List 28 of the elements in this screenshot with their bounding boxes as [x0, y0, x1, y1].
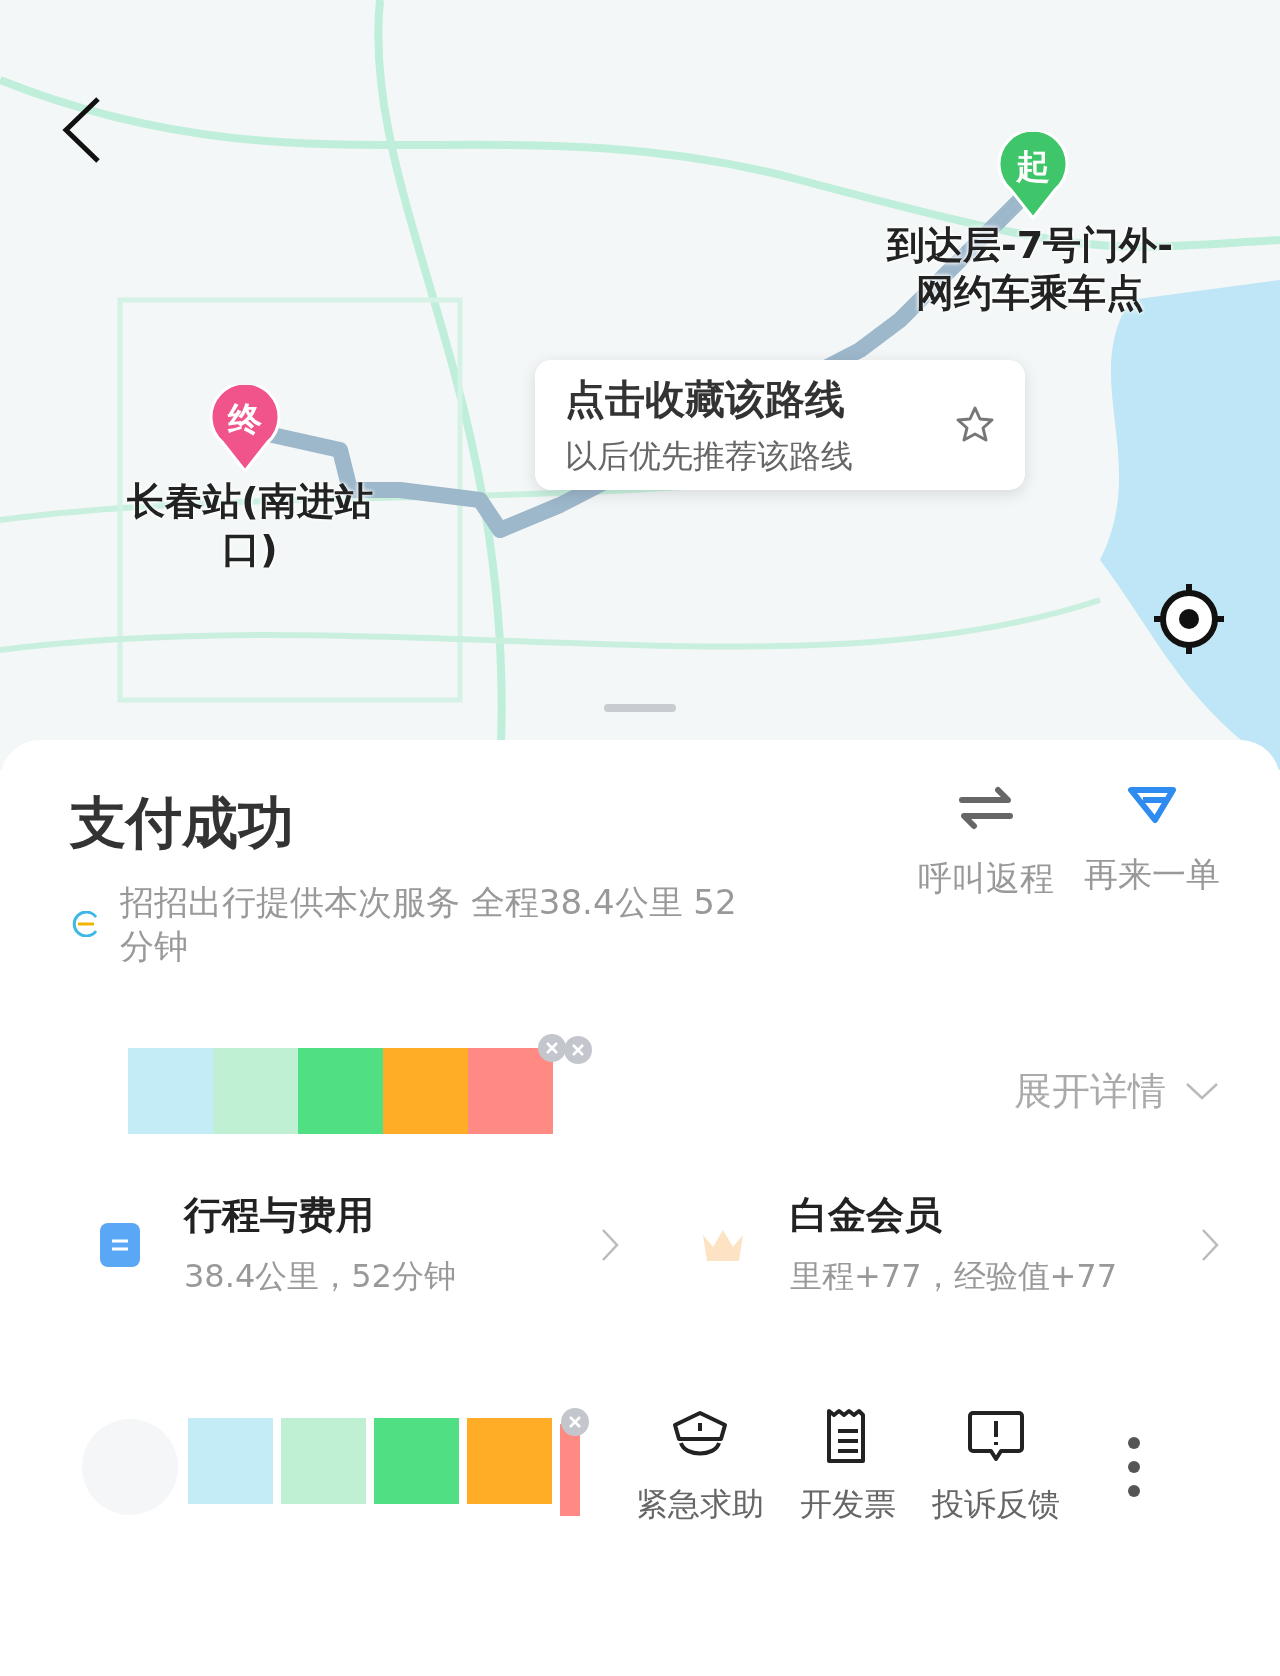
locate-icon[interactable] — [1152, 582, 1226, 656]
status-title: 支付成功 — [68, 789, 295, 857]
remove-icon[interactable] — [561, 1408, 589, 1437]
provider-logo-icon — [70, 911, 100, 938]
end-pin: 终 — [209, 385, 281, 473]
tool-button[interactable]: 投诉反馈 — [932, 1409, 1060, 1528]
send-arrow-icon — [1127, 786, 1177, 826]
destination-label: 长春站(南进站口) — [126, 478, 374, 573]
card-subtitle: 38.4公里，52分钟 — [184, 1256, 457, 1298]
more-icon[interactable] — [1126, 1435, 1142, 1500]
swap-arrows-icon — [958, 786, 1014, 830]
info-card[interactable]: 行程与费用 38.4公里，52分钟 — [100, 1190, 620, 1300]
favorite-tooltip[interactable]: 点击收藏该路线 以后优先推荐该路线 — [535, 360, 1025, 490]
tool-button[interactable]: 开发票 — [800, 1407, 896, 1528]
pickup-label: 到达层-7号门外-网约车乘车点 — [885, 222, 1174, 317]
provider-text: 招招出行提供本次服务 全程38.4公里 52分钟 — [120, 881, 738, 969]
document-icon — [100, 1222, 140, 1267]
start-pin: 起 — [997, 132, 1069, 220]
remove-icon[interactable] — [538, 1034, 566, 1063]
tooltip-title: 点击收藏该路线 — [565, 374, 846, 424]
tooltip-subtitle: 以后优先推荐该路线 — [565, 435, 853, 477]
card-title: 白金会员 — [790, 1192, 943, 1240]
tool-button[interactable]: 紧急求助 — [636, 1409, 764, 1528]
chevron-down-icon — [1184, 1081, 1220, 1102]
drag-handle[interactable] — [604, 704, 676, 712]
info-card[interactable]: 白金会员 里程+77，经验值+77 — [700, 1190, 1220, 1300]
card-title: 行程与费用 — [184, 1192, 375, 1240]
card-subtitle: 里程+77，经验值+77 — [790, 1256, 1119, 1298]
